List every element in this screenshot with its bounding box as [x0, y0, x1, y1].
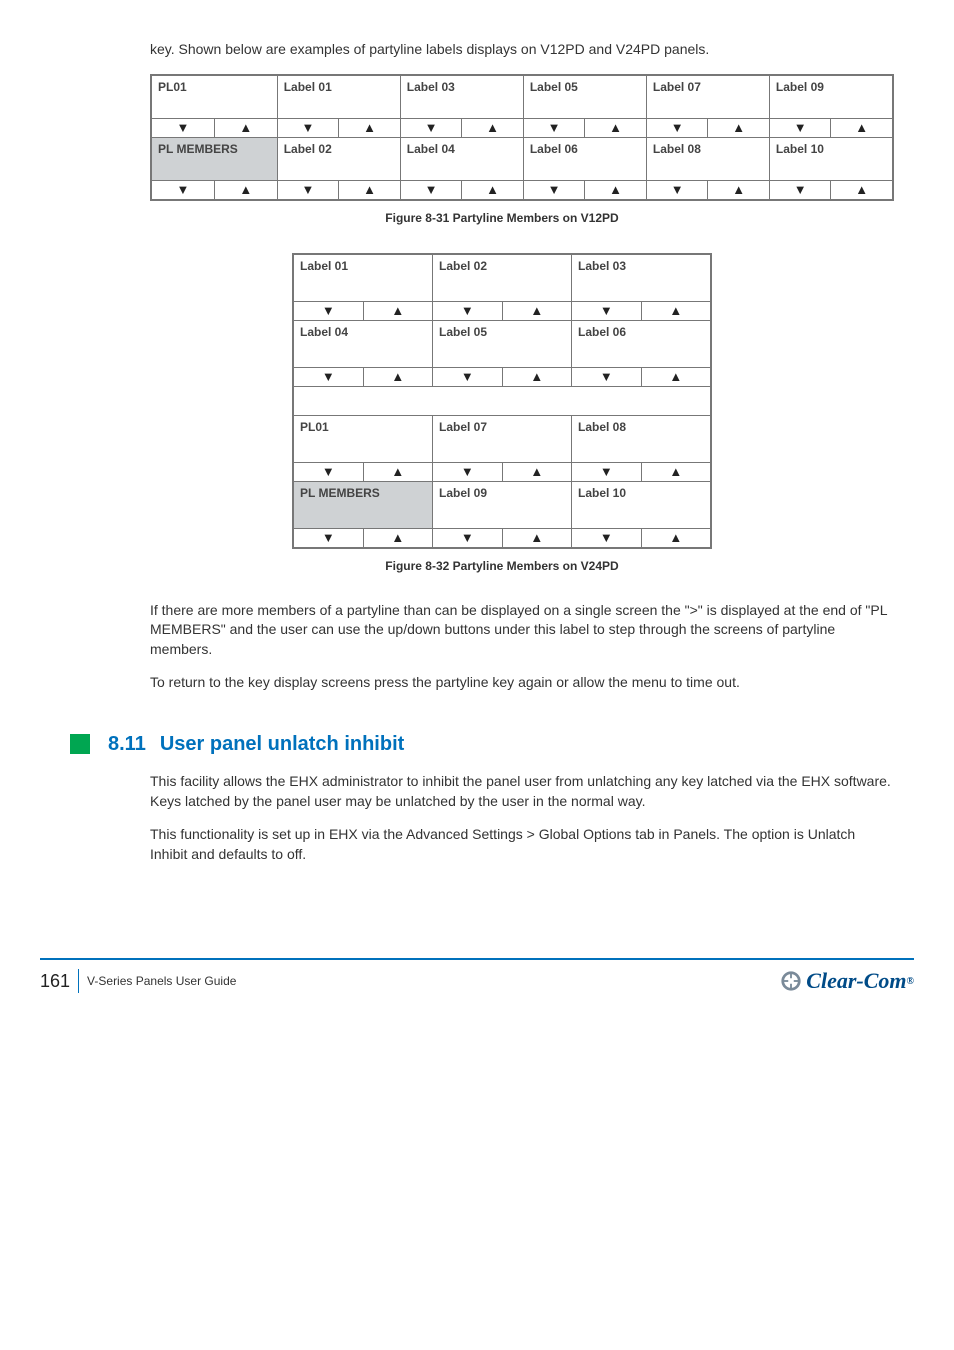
heading-swatch-icon	[70, 734, 90, 754]
cell: Label 10	[572, 481, 712, 528]
brand-logo: Clear-Com®	[780, 968, 914, 994]
up-icon[interactable]: ▲	[214, 181, 277, 199]
up-icon[interactable]: ▲	[214, 119, 277, 137]
down-icon[interactable]: ▼	[294, 302, 363, 320]
up-icon[interactable]: ▲	[641, 529, 711, 547]
section-preface: key. Shown below are examples of partyli…	[150, 40, 894, 60]
cell: Label 08	[646, 137, 769, 180]
paragraph-2: To return to the key display screens pre…	[150, 673, 894, 693]
up-icon[interactable]: ▲	[461, 181, 523, 199]
heading-number: 8.11	[108, 733, 146, 756]
grid-v24pd: Label 01 Label 02 Label 03 ▼▲ ▼▲ ▼▲ Labe…	[292, 253, 712, 549]
down-icon[interactable]: ▼	[433, 529, 502, 547]
down-icon[interactable]: ▼	[152, 119, 214, 137]
footer-divider	[78, 969, 79, 993]
cell: Label 03	[572, 254, 712, 302]
cell: Label 07	[433, 415, 572, 462]
cell: Label 04	[293, 320, 433, 367]
cell: Label 08	[572, 415, 712, 462]
down-icon[interactable]: ▼	[401, 181, 462, 199]
up-icon[interactable]: ▲	[363, 302, 433, 320]
cell-plmembers: PL MEMBERS	[151, 137, 277, 180]
down-icon[interactable]: ▼	[572, 368, 641, 386]
down-icon[interactable]: ▼	[433, 368, 502, 386]
up-icon[interactable]: ▲	[461, 119, 523, 137]
cell: Label 05	[523, 75, 646, 119]
up-icon[interactable]: ▲	[338, 181, 400, 199]
cell: Label 06	[572, 320, 712, 367]
doc-reference: V-Series Panels User Guide	[87, 974, 236, 988]
down-icon[interactable]: ▼	[294, 529, 363, 547]
down-icon[interactable]: ▼	[770, 119, 831, 137]
figure-caption-1: Figure 8-31 Partyline Members on V12PD	[110, 211, 894, 225]
brand-name: Clear-Com	[806, 968, 906, 994]
page-footer: 161 V-Series Panels User Guide Clear-Com…	[40, 958, 914, 994]
cell: Label 09	[769, 75, 893, 119]
up-icon[interactable]: ▲	[641, 302, 711, 320]
cell: Label 10	[769, 137, 893, 180]
down-icon[interactable]: ▼	[770, 181, 831, 199]
cell: Label 01	[277, 75, 400, 119]
cell: Label 07	[646, 75, 769, 119]
heading-title: User panel unlatch inhibit	[160, 733, 404, 756]
down-icon[interactable]: ▼	[152, 181, 214, 199]
cell: Label 01	[293, 254, 433, 302]
down-icon[interactable]: ▼	[433, 302, 502, 320]
down-icon[interactable]: ▼	[524, 181, 585, 199]
up-icon[interactable]: ▲	[707, 119, 769, 137]
up-icon[interactable]: ▲	[338, 119, 400, 137]
down-icon[interactable]: ▼	[278, 119, 339, 137]
up-icon[interactable]: ▲	[830, 181, 892, 199]
down-icon[interactable]: ▼	[433, 463, 502, 481]
up-icon[interactable]: ▲	[502, 302, 572, 320]
cell: Label 09	[433, 481, 572, 528]
page-number: 161	[40, 971, 70, 992]
cell: Label 04	[400, 137, 523, 180]
body-p1: This facility allows the EHX administrat…	[150, 772, 894, 811]
up-icon[interactable]: ▲	[502, 368, 572, 386]
up-icon[interactable]: ▲	[707, 181, 769, 199]
cell-plmembers: PL MEMBERS	[293, 481, 433, 528]
cell: Label 05	[433, 320, 572, 367]
brand-icon	[780, 970, 802, 992]
up-icon[interactable]: ▲	[584, 119, 646, 137]
cell: Label 03	[400, 75, 523, 119]
cell: Label 06	[523, 137, 646, 180]
cell-pl01: PL01	[151, 75, 277, 119]
down-icon[interactable]: ▼	[647, 181, 708, 199]
up-icon[interactable]: ▲	[641, 368, 711, 386]
grid-v12pd: PL01 Label 01 Label 03 Label 05 Label 07…	[150, 74, 894, 201]
down-icon[interactable]: ▼	[572, 463, 641, 481]
down-icon[interactable]: ▼	[524, 119, 585, 137]
down-icon[interactable]: ▼	[572, 529, 641, 547]
up-icon[interactable]: ▲	[641, 463, 711, 481]
up-icon[interactable]: ▲	[502, 463, 572, 481]
up-icon[interactable]: ▲	[363, 368, 433, 386]
down-icon[interactable]: ▼	[401, 119, 462, 137]
down-icon[interactable]: ▼	[294, 368, 363, 386]
figure-caption-2: Figure 8-32 Partyline Members on V24PD	[110, 559, 894, 573]
down-icon[interactable]: ▼	[572, 302, 641, 320]
body-p2: This functionality is set up in EHX via …	[150, 825, 894, 864]
cell: Label 02	[277, 137, 400, 180]
cell: Label 02	[433, 254, 572, 302]
down-icon[interactable]: ▼	[278, 181, 339, 199]
paragraph-1: If there are more members of a partyline…	[150, 601, 894, 660]
up-icon[interactable]: ▲	[363, 463, 433, 481]
up-icon[interactable]: ▲	[363, 529, 433, 547]
cell-pl01: PL01	[293, 415, 433, 462]
section-heading: 8.11 User panel unlatch inhibit	[70, 733, 894, 756]
up-icon[interactable]: ▲	[584, 181, 646, 199]
down-icon[interactable]: ▼	[294, 463, 363, 481]
up-icon[interactable]: ▲	[502, 529, 572, 547]
up-icon[interactable]: ▲	[830, 119, 892, 137]
down-icon[interactable]: ▼	[647, 119, 708, 137]
